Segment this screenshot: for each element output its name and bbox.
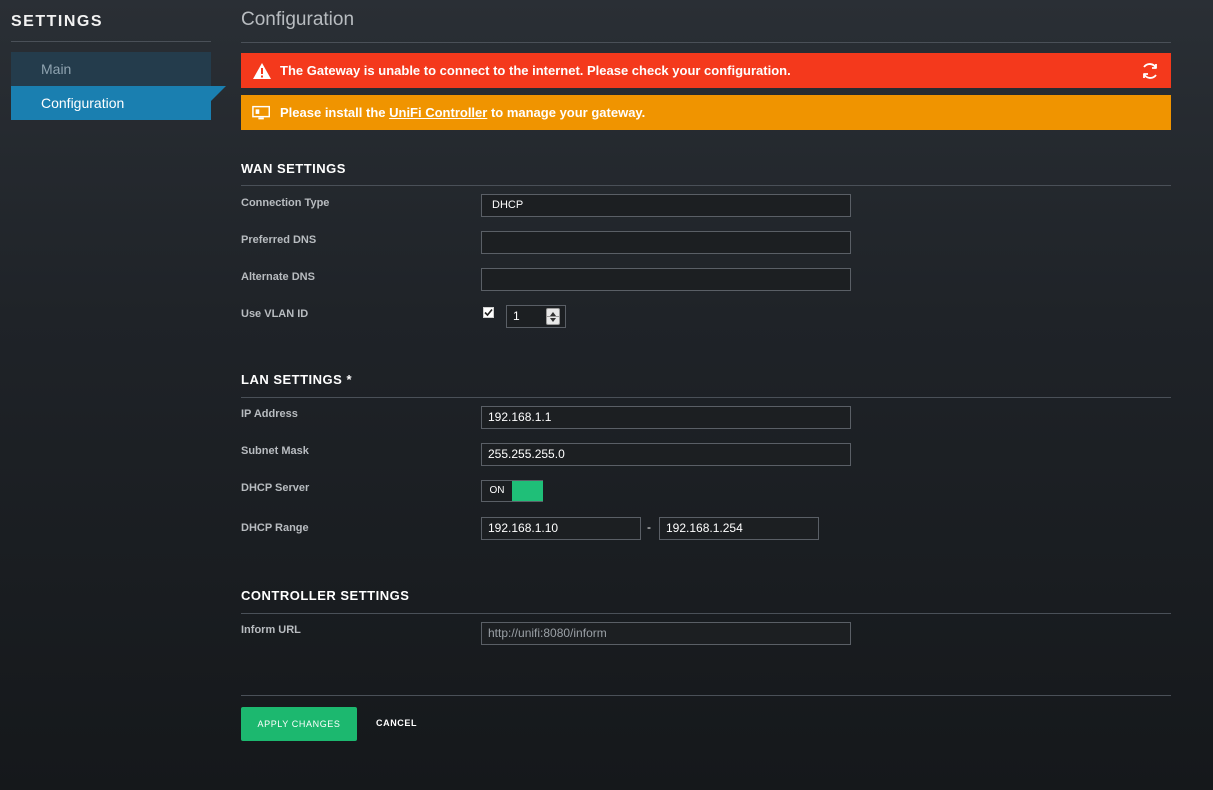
warning-triangle-icon	[252, 61, 272, 81]
warning-alert: Please install the UniFi Controller to m…	[241, 95, 1171, 130]
title-divider	[241, 42, 1171, 43]
dhcp-server-label: DHCP Server	[241, 482, 310, 494]
dhcp-range-start-input[interactable]: 192.168.1.10	[481, 517, 641, 540]
error-alert: The Gateway is unable to connect to the …	[241, 53, 1171, 88]
vlan-id-label: Use VLAN ID	[241, 308, 309, 320]
connection-type-select[interactable]: DHCP	[481, 194, 851, 217]
wan-settings-title: WAN SETTINGS	[241, 161, 346, 176]
vlan-id-value: 1	[513, 309, 520, 323]
lan-settings-title: LAN SETTINGS *	[241, 372, 353, 387]
dhcp-server-toggle[interactable]: ON	[481, 480, 543, 502]
toggle-knob	[512, 481, 543, 501]
lan-divider	[241, 397, 1171, 398]
alternate-dns-input[interactable]	[481, 268, 851, 291]
alternate-dns-label: Alternate DNS	[241, 271, 315, 283]
warning-alert-text-before: Please install the	[280, 105, 390, 120]
monitor-icon	[252, 103, 272, 123]
sidebar: SETTINGS Main Configuration	[0, 0, 226, 790]
wan-divider	[241, 185, 1171, 186]
sidebar-item-main[interactable]: Main	[11, 52, 211, 86]
vlan-checkbox[interactable]	[483, 307, 494, 318]
inform-url-label: Inform URL	[241, 624, 301, 636]
warning-alert-text-after: to manage your gateway.	[487, 105, 646, 120]
page-title: Configuration	[241, 9, 355, 30]
stepper-buttons[interactable]	[546, 308, 560, 325]
toggle-state-label: ON	[482, 481, 512, 501]
inform-url-input[interactable]: http://unifi:8080/inform	[481, 622, 851, 645]
sidebar-item-configuration[interactable]: Configuration	[11, 86, 211, 120]
apply-changes-button[interactable]: APPLY CHANGES	[241, 707, 357, 741]
dhcp-range-label: DHCP Range	[241, 522, 309, 534]
cancel-button[interactable]: CANCEL	[376, 718, 417, 728]
controller-divider	[241, 613, 1171, 614]
refresh-icon[interactable]	[1140, 61, 1160, 81]
controller-settings-title: CONTROLLER SETTINGS	[241, 588, 410, 603]
subnet-mask-label: Subnet Mask	[241, 445, 309, 457]
check-icon	[484, 308, 493, 317]
sidebar-divider	[11, 41, 211, 42]
subnet-mask-input[interactable]: 255.255.255.0	[481, 443, 851, 466]
footer-divider	[241, 695, 1171, 696]
dhcp-range-end-input[interactable]: 192.168.1.254	[659, 517, 819, 540]
error-alert-text: The Gateway is unable to connect to the …	[280, 63, 791, 78]
preferred-dns-label: Preferred DNS	[241, 234, 317, 246]
dhcp-range-separator: -	[647, 520, 651, 534]
sidebar-title: SETTINGS	[11, 13, 104, 30]
connection-type-label: Connection Type	[241, 197, 330, 209]
preferred-dns-input[interactable]	[481, 231, 851, 254]
ip-address-label: IP Address	[241, 408, 298, 420]
unifi-controller-link[interactable]: UniFi Controller	[389, 105, 487, 120]
vlan-id-stepper[interactable]: 1	[506, 305, 566, 328]
ip-address-input[interactable]: 192.168.1.1	[481, 406, 851, 429]
active-indicator	[211, 86, 226, 101]
stepper-down-icon[interactable]	[550, 318, 556, 322]
